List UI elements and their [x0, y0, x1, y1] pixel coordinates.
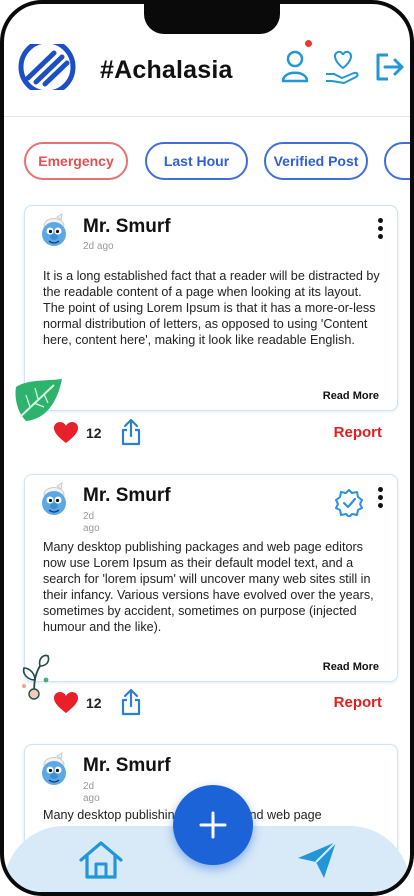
heart-icon[interactable]: [54, 692, 78, 719]
avatar[interactable]: [35, 212, 73, 250]
post-card: Mr. Smurf 2d ago Many desktop publishing…: [24, 474, 398, 682]
post-time: 2d: [83, 781, 95, 792]
send-icon[interactable]: [296, 840, 338, 885]
phone-frame: #Achalasia Emergency Last Hour Verified …: [0, 0, 414, 896]
plus-icon: [199, 811, 227, 839]
page-title: #Achalasia: [100, 56, 233, 84]
avatar[interactable]: [35, 481, 73, 519]
chip-emergency[interactable]: Emergency: [24, 142, 128, 180]
add-post-button[interactable]: [173, 785, 253, 865]
share-icon[interactable]: [120, 688, 142, 721]
report-button[interactable]: Report: [334, 424, 382, 441]
author-name[interactable]: Mr. Smurf: [83, 216, 171, 238]
home-icon[interactable]: [78, 840, 124, 885]
read-more-link[interactable]: Read More: [323, 661, 379, 673]
like-count: 12: [86, 425, 102, 441]
chip-verified-post[interactable]: Verified Post: [264, 142, 368, 180]
author-name[interactable]: Mr. Smurf: [83, 755, 171, 777]
logo-icon[interactable]: [16, 38, 78, 96]
share-icon[interactable]: [120, 418, 142, 451]
notification-dot: [305, 40, 312, 47]
logout-icon[interactable]: [374, 52, 406, 87]
profile-icon[interactable]: [280, 48, 310, 89]
more-icon[interactable]: [377, 218, 383, 240]
post-text: Many desktop publishing packages and web…: [43, 540, 374, 634]
chip-last-hour[interactable]: Last Hour: [145, 142, 248, 180]
post-time-suffix: ago: [83, 793, 100, 804]
filter-chips: Emergency Last Hour Verified Post: [4, 142, 410, 186]
post-actions: 12 Report: [4, 418, 410, 448]
post-text: It is a long established fact that a rea…: [43, 269, 380, 347]
verified-icon: [335, 489, 363, 522]
notch: [144, 4, 280, 34]
report-button[interactable]: Report: [334, 694, 382, 711]
chip-more[interactable]: [384, 142, 410, 180]
avatar[interactable]: [35, 751, 73, 789]
post-actions: 12 Report: [4, 688, 410, 718]
post-time: 2d: [83, 511, 95, 522]
post-time-suffix: ago: [83, 523, 100, 534]
author-name[interactable]: Mr. Smurf: [83, 485, 171, 507]
more-icon[interactable]: [377, 487, 383, 509]
donate-heart-icon[interactable]: [324, 48, 362, 89]
leaf-icon: [14, 377, 64, 428]
like-count: 12: [86, 695, 102, 711]
post-time: 2d ago: [83, 241, 114, 252]
post-card: Mr. Smurf 2d ago It is a long establishe…: [24, 205, 398, 411]
sprout-icon: [16, 654, 56, 707]
read-more-link[interactable]: Read More: [323, 390, 379, 402]
